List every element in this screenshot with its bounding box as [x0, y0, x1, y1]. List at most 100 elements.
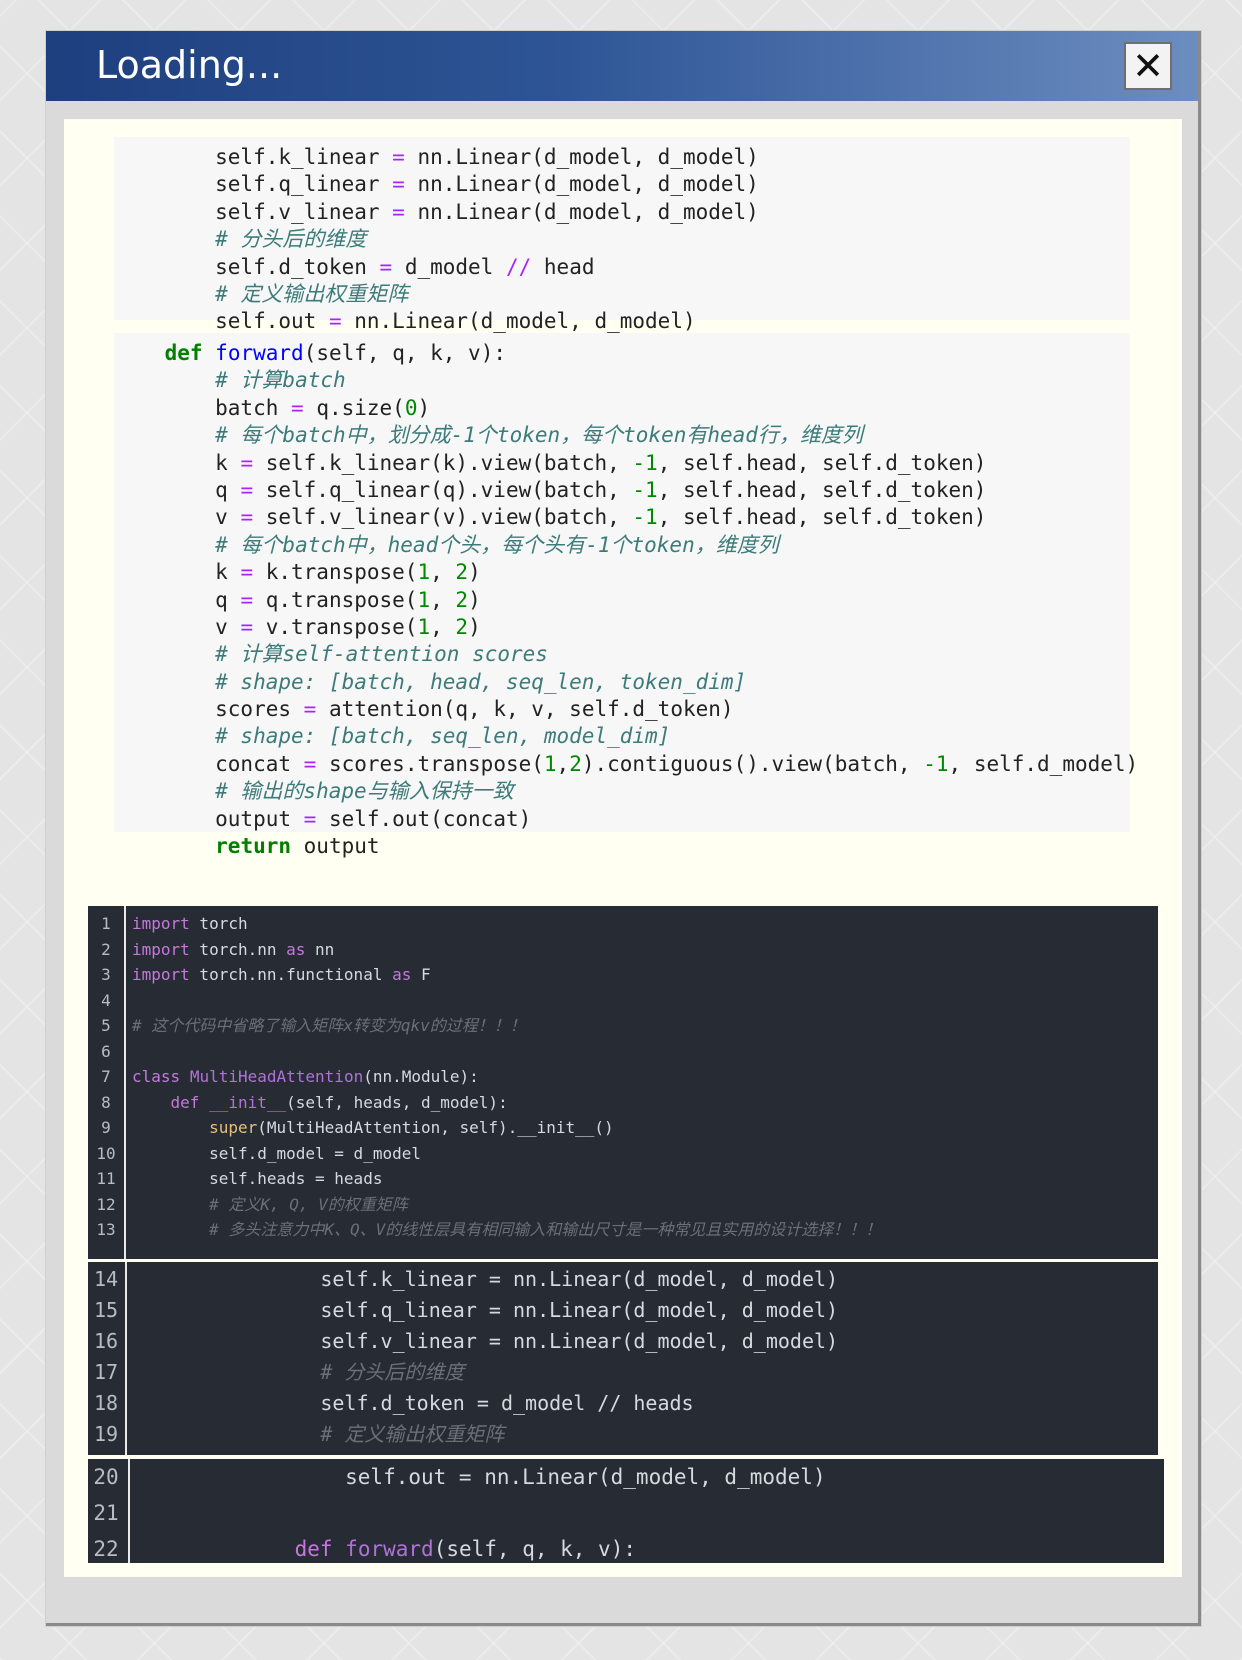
editor-line[interactable]: 6: [88, 1039, 1158, 1065]
editor-line[interactable]: 20 self.out = nn.Linear(d_model, d_model…: [88, 1459, 1164, 1495]
close-icon: ✕: [1132, 44, 1164, 88]
line-number: 2: [101, 939, 111, 959]
code-token: -1: [632, 450, 658, 475]
loading-dialog: Loading... ✕ self.k_linear = nn.Linear(d…: [46, 31, 1201, 1626]
line-code: import torch.nn.functional as F: [132, 962, 431, 988]
notebook-code-cell-forward: def forward(self, q, k, v): # 计算batch ba…: [114, 333, 1138, 858]
code-token: , self.head, self.d_token): [657, 450, 987, 475]
code-line: concat = scores.transpose(1,2).contiguou…: [114, 751, 1138, 778]
editor-line[interactable]: 12 # 定义K, Q, V的权重矩阵: [88, 1192, 1158, 1218]
editor-line[interactable]: 7 class MultiHeadAttention(nn.Module):: [88, 1064, 1158, 1090]
dialog-content: self.k_linear = nn.Linear(d_model, d_mod…: [64, 119, 1182, 1577]
close-button[interactable]: ✕: [1124, 42, 1172, 90]
code-line: k = k.transpose(1, 2): [114, 559, 1130, 586]
code-token: # 分头后的维度: [224, 1360, 465, 1384]
code-token: k.transpose(: [253, 560, 418, 585]
code-token: 2: [455, 614, 469, 639]
code-token: head: [531, 254, 595, 279]
code-token: 1: [417, 560, 431, 585]
line-code: def forward(self, q, k, v):: [244, 1531, 636, 1567]
code-line: self.out = nn.Linear(d_model, d_model): [114, 308, 1130, 335]
editor-line[interactable]: 9 super(MultiHeadAttention, self).__init…: [88, 1115, 1158, 1141]
code-token: q: [114, 587, 241, 612]
code-line: self.k_linear = nn.Linear(d_model, d_mod…: [114, 144, 1130, 171]
code-token: self.d_model = d_model: [132, 1143, 421, 1163]
code-editor-panel-3: 20 self.out = nn.Linear(d_model, d_model…: [88, 1459, 1164, 1563]
code-line: # 计算self-attention scores: [114, 641, 1130, 668]
code-token: self.k_linear(k).view(batch,: [253, 450, 633, 475]
editor-line[interactable]: 2 import torch.nn as nn: [88, 937, 1158, 963]
editor-line[interactable]: 18 self.d_token = d_model // heads: [88, 1388, 1158, 1419]
line-code: # 定义输出权重矩阵: [224, 1419, 504, 1450]
editor-line[interactable]: 21: [88, 1495, 1164, 1531]
code-token: # shape: [batch, head, seq_len, token_di…: [114, 669, 747, 694]
code-line: scores = attention(q, k, v, self.d_token…: [114, 696, 1130, 723]
code-token: # 输出的shape与输入保持一致: [114, 779, 514, 804]
code-token: concat: [114, 751, 304, 776]
editor-line[interactable]: 5 # 这个代码中省略了输入矩阵x转变为qkv的过程！！！: [88, 1013, 1158, 1039]
code-token: # 定义输出权重矩阵: [224, 1422, 505, 1446]
editor-line[interactable]: 3 import torch.nn.functional as F: [88, 962, 1158, 988]
editor-line[interactable]: 1 import torch: [88, 911, 1158, 937]
code-token: (MultiHeadAttention, self).__init__(): [257, 1118, 614, 1137]
title-bar[interactable]: Loading... ✕: [46, 31, 1198, 101]
code-token: v: [114, 614, 241, 639]
editor-line[interactable]: 17 # 分头后的维度: [88, 1357, 1158, 1388]
code-token: ,: [430, 560, 456, 585]
line-code: super(MultiHeadAttention, self).__init__…: [132, 1115, 614, 1141]
code-token: self.v_linear = nn.Linear(d_model, d_mod…: [224, 1329, 839, 1353]
editor-line[interactable]: 8 def __init__(self, heads, d_model):: [88, 1090, 1158, 1116]
line-number: 8: [101, 1092, 111, 1112]
line-number: 5: [101, 1016, 111, 1035]
editor-line[interactable]: 13 # 多头注意力中K、Q、V的线性层具有相同输入和输出尺寸是一种常见且实用的…: [88, 1217, 1158, 1243]
line-number: 6: [101, 1041, 111, 1061]
code-token: scores.transpose(: [316, 751, 544, 776]
code-token: import: [132, 939, 190, 959]
editor-line[interactable]: 22 def forward(self, q, k, v):: [88, 1531, 1164, 1567]
code-token: q: [114, 477, 241, 502]
code-token: # shape: [batch, seq_len, model_dim]: [114, 724, 671, 749]
code-token: ): [468, 560, 481, 585]
code-token: =: [240, 560, 254, 585]
editor-line[interactable]: 19 # 定义输出权重矩阵: [88, 1419, 1158, 1450]
line-code: class MultiHeadAttention(nn.Module):: [132, 1064, 479, 1090]
editor-line[interactable]: 4: [88, 988, 1158, 1014]
editor-line[interactable]: 16 self.v_linear = nn.Linear(d_model, d_…: [88, 1326, 1158, 1357]
editor-line[interactable]: 14 self.k_linear = nn.Linear(d_model, d_…: [88, 1264, 1158, 1295]
code-token: as: [392, 965, 412, 984]
code-token: (nn.Module):: [363, 1067, 479, 1086]
code-editor-panel-2: 14 self.k_linear = nn.Linear(d_model, d_…: [88, 1262, 1158, 1455]
code-token: def: [170, 1092, 200, 1112]
code-line: k = self.k_linear(k).view(batch, -1, sel…: [114, 450, 1130, 477]
code-token: # 定义输出权重矩阵: [114, 281, 409, 306]
code-token: self.heads = heads: [132, 1169, 383, 1188]
line-code: self.v_linear = nn.Linear(d_model, d_mod…: [224, 1326, 838, 1357]
code-token: # 每个batch中，head个头，每个头有-1个token，维度列: [114, 532, 779, 557]
code-token: , self.head, self.d_token): [657, 505, 987, 530]
code-line: v = self.v_linear(v).view(batch, -1, sel…: [114, 504, 1130, 531]
code-token: =: [303, 697, 317, 722]
code-line: # 输出的shape与输入保持一致: [114, 778, 1130, 805]
line-number: 20: [93, 1465, 119, 1489]
line-number: 16: [93, 1329, 119, 1353]
code-token: //: [505, 254, 532, 279]
editor-line[interactable]: 15 self.q_linear = nn.Linear(d_model, d_…: [88, 1295, 1158, 1326]
code-token: __init__: [209, 1092, 287, 1112]
notebook-code-cell-init: self.k_linear = nn.Linear(d_model, d_mod…: [114, 137, 1130, 333]
code-token: # 每个batch中，划分成-1个token，每个token有head行，维度列: [114, 423, 863, 448]
code-token: self.k_linear: [114, 145, 393, 169]
code-token: =: [240, 477, 254, 502]
code-token: self.out: [114, 309, 329, 334]
code-token: self.q_linear = nn.Linear(d_model, d_mod…: [224, 1298, 839, 1322]
code-token: =: [291, 395, 304, 420]
code-token: output: [291, 834, 380, 859]
code-token: import: [132, 965, 190, 984]
code-token: F: [411, 965, 431, 984]
code-token: =: [303, 806, 317, 831]
editor-line[interactable]: 10 self.d_model = d_model: [88, 1141, 1158, 1167]
line-number: 18: [93, 1391, 119, 1415]
editor-line[interactable]: 11 self.heads = heads: [88, 1166, 1158, 1192]
